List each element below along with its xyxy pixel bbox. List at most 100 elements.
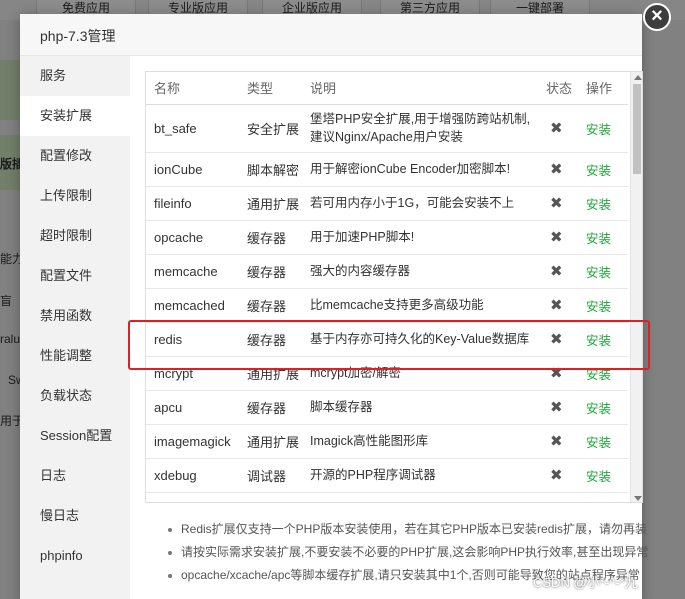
settings-sidebar: 服务 安装扩展 配置修改 上传限制 超时限制 配置文件 禁用函数 性能调整 负载…	[20, 56, 130, 599]
extension-description: 堡塔PHP安全扩展,用于增强防跨站机制,建议Nginx/Apache用户安装	[302, 104, 538, 153]
sidebar-item-session-config[interactable]: Session配置	[20, 416, 130, 456]
extension-description: 比memcache支持更多高级功能	[302, 288, 538, 323]
scroll-up-arrow-icon[interactable]	[634, 75, 642, 80]
column-header-status: 状态	[538, 72, 578, 105]
note-item: Redis扩展仅支持一个PHP版本安装使用，若在其它PHP版本已安装redis扩…	[165, 518, 647, 541]
sidebar-item-upload-limit[interactable]: 上传限制	[20, 176, 130, 216]
extension-name: memcache	[146, 254, 239, 289]
install-link[interactable]: 安装	[578, 104, 628, 153]
extension-type: 缓存器	[239, 390, 302, 425]
install-link[interactable]: 安装	[578, 220, 628, 255]
not-installed-icon: ✖	[538, 254, 578, 289]
extension-name: apcu	[146, 390, 239, 425]
table-row: xdebug 调试器 开源的PHP程序调试器 ✖ 安装	[146, 458, 628, 493]
extension-description: 基于内存亦可持久化的Key-Value数据库	[302, 322, 538, 357]
sidebar-item-log[interactable]: 日志	[20, 456, 130, 496]
extension-name: ionCube	[146, 152, 239, 187]
extension-type: 通用扩展	[239, 356, 302, 391]
extension-type: 缓存器	[239, 288, 302, 323]
close-icon[interactable]: ×	[643, 3, 671, 31]
sidebar-item-disabled-functions[interactable]: 禁用函数	[20, 296, 130, 336]
table-row: memcache 缓存器 强大的内容缓存器 ✖ 安装	[146, 254, 628, 289]
extension-type: 缓存器	[239, 220, 302, 255]
not-installed-icon: ✖	[538, 390, 578, 425]
extension-type: 缓存器	[239, 322, 302, 357]
not-installed-icon: ✖	[538, 424, 578, 459]
table-row: memcached 缓存器 比memcache支持更多高级功能 ✖ 安装	[146, 288, 628, 323]
extension-name: memcached	[146, 288, 239, 323]
install-link[interactable]: 安装	[578, 322, 628, 357]
extensions-panel: 名称 类型 说明 状态 操作 bt_safe 安全扩展 堡塔PHP安全扩展,用于…	[130, 56, 648, 599]
table-row: ionCube 脚本解密 用于解密ionCube Encoder加密脚本! ✖ …	[146, 152, 628, 187]
extension-description: 强大的内容缓存器	[302, 254, 538, 289]
table-row: redis 缓存器 基于内存亦可持久化的Key-Value数据库 ✖ 安装	[146, 322, 628, 357]
extension-description: 若可用内存小于1G，可能会安装不上	[302, 186, 538, 221]
extension-type: 通用扩展	[239, 424, 302, 459]
extension-name: bt_safe	[146, 104, 239, 153]
table-row: fileinfo 通用扩展 若可用内存小于1G，可能会安装不上 ✖ 安装	[146, 186, 628, 221]
column-header-action: 操作	[578, 72, 628, 105]
sidebar-item-timeout-limit[interactable]: 超时限制	[20, 216, 130, 256]
not-installed-icon: ✖	[538, 152, 578, 187]
not-installed-icon: ✖	[538, 458, 578, 493]
extension-name: redis	[146, 322, 239, 357]
install-link[interactable]: 安装	[578, 186, 628, 221]
sidebar-item-slow-log[interactable]: 慢日志	[20, 496, 130, 536]
install-link[interactable]: 安装	[578, 390, 628, 425]
extension-type: 安全扩展	[239, 104, 302, 153]
not-installed-icon: ✖	[538, 288, 578, 323]
extension-name: fileinfo	[146, 186, 239, 221]
dialog-header: php-7.3管理	[20, 14, 642, 56]
extension-type: 调试器	[239, 458, 302, 493]
install-link[interactable]: 安装	[578, 424, 628, 459]
extension-type: 通用扩展	[239, 186, 302, 221]
extension-description: mcrypt加密/解密	[302, 356, 538, 391]
column-header-name: 名称	[146, 72, 239, 105]
install-link[interactable]: 安装	[578, 356, 628, 391]
not-installed-icon: ✖	[538, 186, 578, 221]
table-row: imagemagick 通用扩展 Imagick高性能图形库 ✖ 安装	[146, 424, 628, 459]
php-manage-dialog: php-7.3管理 服务 安装扩展 配置修改 上传限制 超时限制 配置文件 禁用…	[20, 14, 648, 599]
extension-type: 缓存器	[239, 254, 302, 289]
not-installed-icon: ✖	[538, 104, 578, 153]
table-row: mcrypt 通用扩展 mcrypt加密/解密 ✖ 安装	[146, 356, 628, 391]
extension-name: opcache	[146, 220, 239, 255]
dialog-title: php-7.3管理	[40, 28, 116, 44]
sidebar-item-config-file[interactable]: 配置文件	[20, 256, 130, 296]
extension-description: 用于解密ionCube Encoder加密脚本!	[302, 152, 538, 187]
not-installed-icon: ✖	[538, 322, 578, 357]
scroll-down-arrow-icon[interactable]	[634, 496, 642, 501]
column-header-type: 类型	[239, 72, 302, 105]
not-installed-icon: ✖	[538, 220, 578, 255]
sidebar-item-load-status[interactable]: 负载状态	[20, 376, 130, 416]
extension-description: 开源的PHP程序调试器	[302, 458, 538, 493]
scroll-thumb[interactable]	[633, 84, 641, 174]
extensions-table-container[interactable]: 名称 类型 说明 状态 操作 bt_safe 安全扩展 堡塔PHP安全扩展,用于…	[145, 71, 643, 503]
sidebar-item-phpinfo[interactable]: phpinfo	[20, 536, 130, 576]
table-row: bt_safe 安全扩展 堡塔PHP安全扩展,用于增强防跨站机制,建议Nginx…	[146, 104, 628, 153]
extension-description: Imagick高性能图形库	[302, 424, 538, 459]
sidebar-item-config-edit[interactable]: 配置修改	[20, 136, 130, 176]
note-item: 请按实际需求安装扩展,不要安装不必要的PHP扩展,这会影响PHP执行效率,甚至出…	[165, 541, 648, 564]
sidebar-item-service[interactable]: 服务	[20, 56, 130, 96]
extension-name: mcrypt	[146, 356, 239, 391]
table-row: apcu 缓存器 脚本缓存器 ✖ 安装	[146, 390, 628, 425]
extension-type: 脚本解密	[239, 152, 302, 187]
extension-name: imagemagick	[146, 424, 239, 459]
extensions-table: 名称 类型 说明 状态 操作 bt_safe 安全扩展 堡塔PHP安全扩展,用于…	[146, 72, 628, 493]
table-scrollbar[interactable]	[630, 72, 642, 502]
install-link[interactable]: 安装	[578, 254, 628, 289]
install-link[interactable]: 安装	[578, 152, 628, 187]
sidebar-item-install-extensions[interactable]: 安装扩展	[20, 96, 130, 136]
watermark: CSDN @小*-^-*九	[533, 575, 638, 590]
sidebar-item-performance[interactable]: 性能调整	[20, 336, 130, 376]
table-header-row: 名称 类型 说明 状态 操作	[146, 72, 628, 105]
install-link[interactable]: 安装	[578, 288, 628, 323]
column-header-description: 说明	[302, 72, 538, 105]
not-installed-icon: ✖	[538, 356, 578, 391]
extension-description: 脚本缓存器	[302, 390, 538, 425]
install-link[interactable]: 安装	[578, 458, 628, 493]
extension-name: xdebug	[146, 458, 239, 493]
extension-description: 用于加速PHP脚本!	[302, 220, 538, 255]
table-row: opcache 缓存器 用于加速PHP脚本! ✖ 安装	[146, 220, 628, 255]
